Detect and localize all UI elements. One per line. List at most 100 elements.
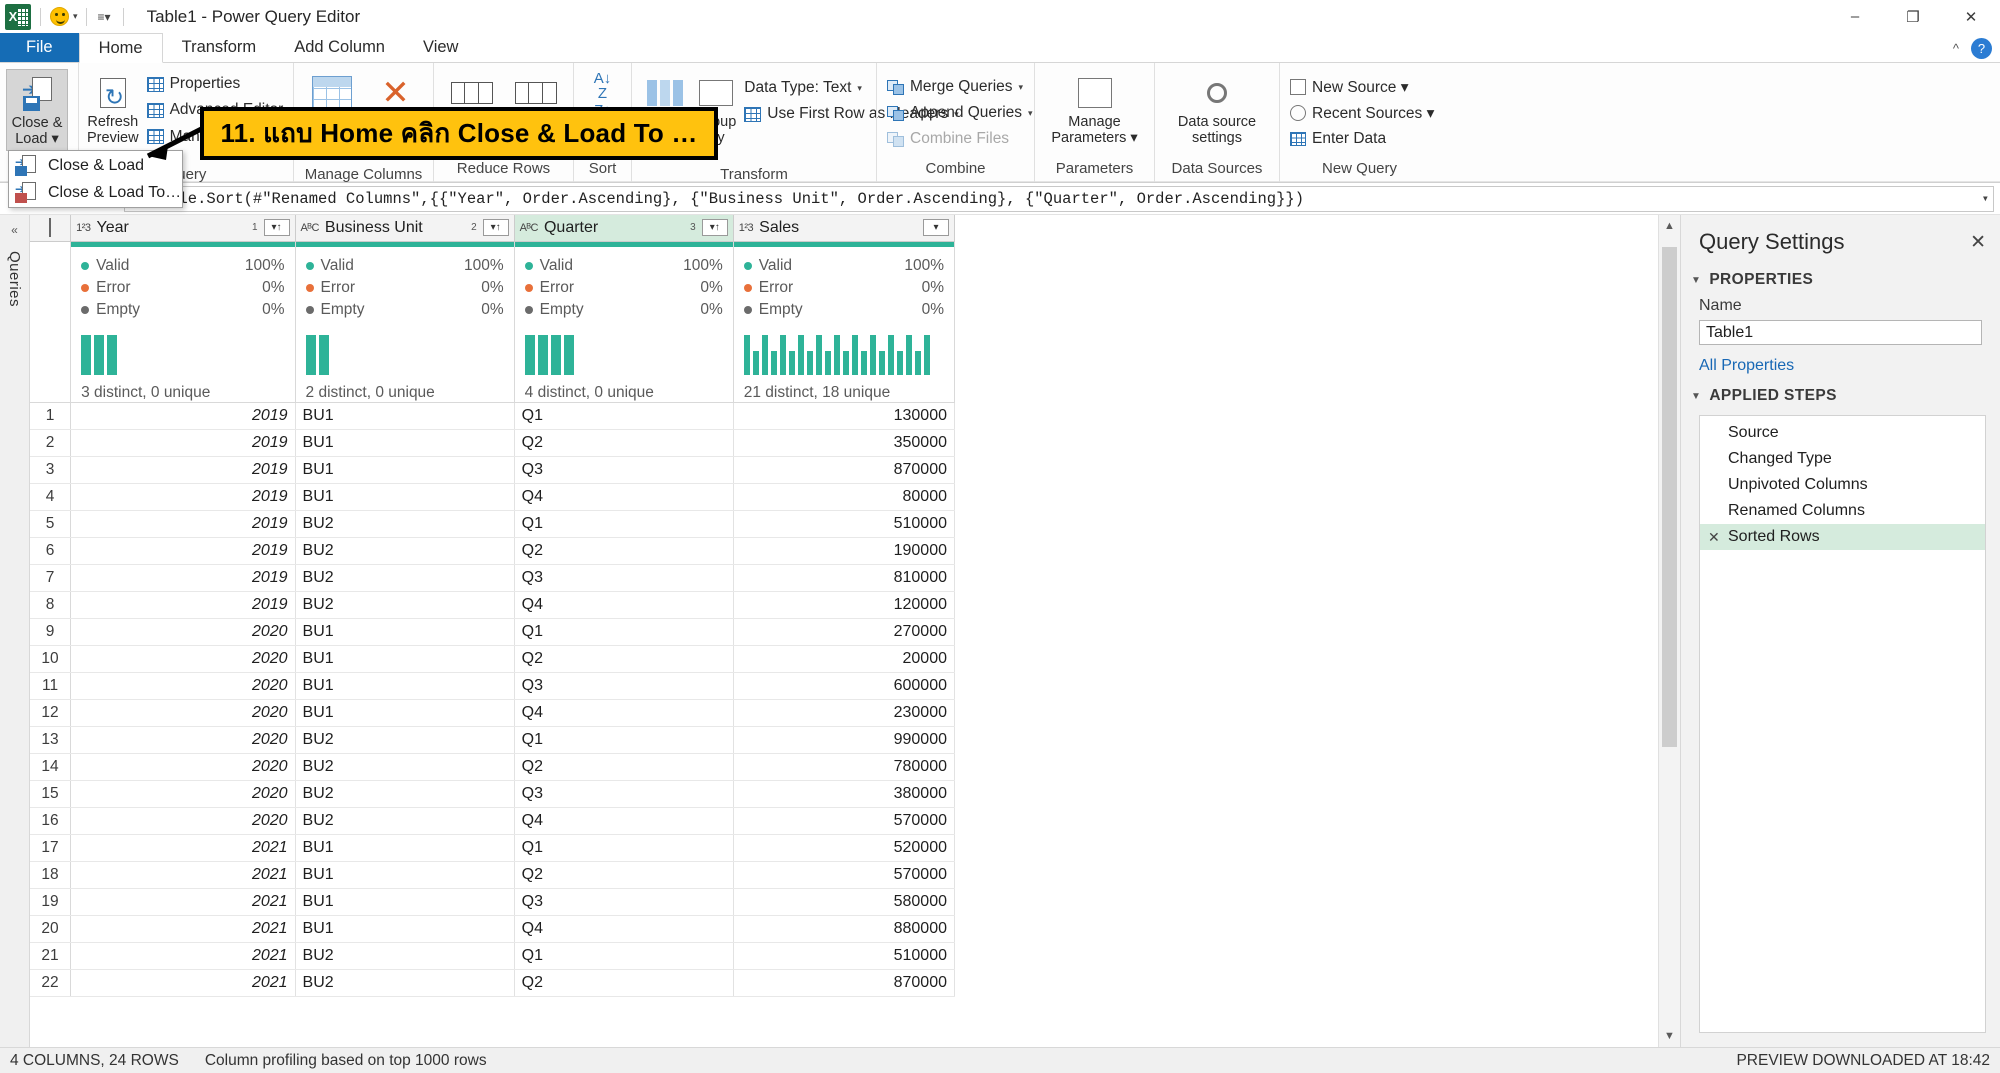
chevron-up-icon[interactable]: ^ <box>1953 41 1959 56</box>
minimize-button[interactable]: – <box>1826 0 1884 33</box>
cell-business-unit[interactable]: BU1 <box>295 402 514 429</box>
cell-sales[interactable]: 810000 <box>733 564 954 591</box>
cell-business-unit[interactable]: BU1 <box>295 672 514 699</box>
cell-quarter[interactable]: Q4 <box>514 807 733 834</box>
cell-quarter[interactable]: Q3 <box>514 456 733 483</box>
table-row[interactable]: 82019BU2Q4120000 <box>30 591 955 618</box>
close-and-load-button[interactable]: ➔ Close & Load ▾ <box>6 69 68 151</box>
table-row[interactable]: 172021BU1Q1520000 <box>30 834 955 861</box>
row-number-cell[interactable]: 15 <box>30 780 71 807</box>
table-row[interactable]: 22019BU1Q2350000 <box>30 429 955 456</box>
cell-sales[interactable]: 190000 <box>733 537 954 564</box>
chevron-down-icon[interactable]: ▾ <box>73 12 78 21</box>
delete-step-icon[interactable]: ✕ <box>1708 529 1721 546</box>
table-row[interactable]: 122020BU1Q4230000 <box>30 699 955 726</box>
scrollbar-thumb[interactable] <box>1662 247 1677 747</box>
row-number-cell[interactable]: 20 <box>30 915 71 942</box>
new-source-button[interactable]: New Source ▾ <box>1286 74 1438 100</box>
table-row[interactable]: 202021BU1Q4880000 <box>30 915 955 942</box>
cell-sales[interactable]: 880000 <box>733 915 954 942</box>
table-row[interactable]: 142020BU2Q2780000 <box>30 753 955 780</box>
filter-button[interactable]: ▾↑ <box>702 219 728 236</box>
row-number-cell[interactable]: 8 <box>30 591 71 618</box>
cell-quarter[interactable]: Q4 <box>514 483 733 510</box>
cell-quarter[interactable]: Q3 <box>514 888 733 915</box>
row-number-cell[interactable]: 22 <box>30 969 71 996</box>
append-queries-button[interactable]: Append Queries ▾ <box>883 100 1037 126</box>
cell-quarter[interactable]: Q4 <box>514 915 733 942</box>
data-source-settings-button[interactable]: Data source settings <box>1162 69 1272 149</box>
row-number-cell[interactable]: 5 <box>30 510 71 537</box>
table-row[interactable]: 32019BU1Q3870000 <box>30 456 955 483</box>
column-header-year[interactable]: 1²3 Year 1 ▾↑ <box>71 215 295 241</box>
cell-business-unit[interactable]: BU1 <box>295 456 514 483</box>
cell-quarter[interactable]: Q2 <box>514 537 733 564</box>
cell-quarter[interactable]: Q1 <box>514 834 733 861</box>
quick-access-toolbar[interactable]: ▾ ≡▾ <box>50 7 114 26</box>
cell-year[interactable]: 2021 <box>71 915 295 942</box>
table-row[interactable]: 92020BU1Q1270000 <box>30 618 955 645</box>
cell-year[interactable]: 2019 <box>71 429 295 456</box>
cell-sales[interactable]: 380000 <box>733 780 954 807</box>
cell-quarter[interactable]: Q1 <box>514 726 733 753</box>
row-number-cell[interactable]: 7 <box>30 564 71 591</box>
cell-business-unit[interactable]: BU2 <box>295 510 514 537</box>
cell-quarter[interactable]: Q3 <box>514 564 733 591</box>
chevron-down-icon[interactable]: ▾ <box>1982 191 1989 206</box>
row-number-cell[interactable]: 14 <box>30 753 71 780</box>
cell-business-unit[interactable]: BU1 <box>295 834 514 861</box>
cell-sales[interactable]: 80000 <box>733 483 954 510</box>
row-number-cell[interactable]: 2 <box>30 429 71 456</box>
cell-year[interactable]: 2020 <box>71 753 295 780</box>
applied-step[interactable]: Unpivoted Columns <box>1700 472 1985 498</box>
cell-sales[interactable]: 580000 <box>733 888 954 915</box>
cell-year[interactable]: 2020 <box>71 726 295 753</box>
table-row[interactable]: 192021BU1Q3580000 <box>30 888 955 915</box>
row-number-cell[interactable]: 4 <box>30 483 71 510</box>
smiley-icon[interactable] <box>50 7 69 26</box>
cell-sales[interactable]: 600000 <box>733 672 954 699</box>
row-number-cell[interactable]: 18 <box>30 861 71 888</box>
cell-year[interactable]: 2019 <box>71 510 295 537</box>
cell-quarter[interactable]: Q4 <box>514 591 733 618</box>
cell-year[interactable]: 2020 <box>71 672 295 699</box>
table-row[interactable]: 12019BU1Q1130000 <box>30 402 955 429</box>
cell-quarter[interactable]: Q3 <box>514 672 733 699</box>
close-button[interactable]: ✕ <box>1942 0 2000 33</box>
cell-business-unit[interactable]: BU2 <box>295 753 514 780</box>
table-row[interactable]: 72019BU2Q3810000 <box>30 564 955 591</box>
cell-year[interactable]: 2020 <box>71 645 295 672</box>
row-number-cell[interactable]: 10 <box>30 645 71 672</box>
cell-business-unit[interactable]: BU1 <box>295 645 514 672</box>
all-properties-link[interactable]: All Properties <box>1681 345 2000 381</box>
row-number-cell[interactable]: 12 <box>30 699 71 726</box>
table-row[interactable]: 222021BU2Q2870000 <box>30 969 955 996</box>
cell-year[interactable]: 2021 <box>71 888 295 915</box>
tab-file[interactable]: File <box>0 33 79 62</box>
table-row[interactable]: 102020BU1Q220000 <box>30 645 955 672</box>
cell-business-unit[interactable]: BU2 <box>295 537 514 564</box>
applied-step[interactable]: Changed Type <box>1700 446 1985 472</box>
cell-business-unit[interactable]: BU2 <box>295 726 514 753</box>
cell-year[interactable]: 2021 <box>71 861 295 888</box>
scroll-down-icon[interactable]: ▼ <box>1659 1025 1681 1047</box>
row-number-cell[interactable]: 3 <box>30 456 71 483</box>
cell-sales[interactable]: 350000 <box>733 429 954 456</box>
filter-button[interactable]: ▾↑ <box>264 219 290 236</box>
row-number-cell[interactable]: 13 <box>30 726 71 753</box>
cell-business-unit[interactable]: BU2 <box>295 942 514 969</box>
filter-button[interactable]: ▾↑ <box>483 219 509 236</box>
cell-year[interactable]: 2019 <box>71 402 295 429</box>
column-header-business-unit[interactable]: AᴮC Business Unit 2 ▾↑ <box>295 215 514 241</box>
table-row[interactable]: 42019BU1Q480000 <box>30 483 955 510</box>
vertical-scrollbar[interactable]: ▲ ▼ <box>1658 215 1680 1047</box>
row-number-cell[interactable]: 19 <box>30 888 71 915</box>
cell-business-unit[interactable]: BU1 <box>295 915 514 942</box>
row-number-cell[interactable]: 1 <box>30 402 71 429</box>
row-number-cell[interactable]: 17 <box>30 834 71 861</box>
formula-input[interactable]: = Table.Sort(#"Renamed Columns",{{"Year"… <box>124 186 1994 212</box>
cell-year[interactable]: 2020 <box>71 807 295 834</box>
combine-files-button[interactable]: Combine Files <box>883 126 1037 152</box>
applied-step[interactable]: Renamed Columns <box>1700 498 1985 524</box>
profiling-scope-label[interactable]: Column profiling based on top 1000 rows <box>205 1052 487 1070</box>
